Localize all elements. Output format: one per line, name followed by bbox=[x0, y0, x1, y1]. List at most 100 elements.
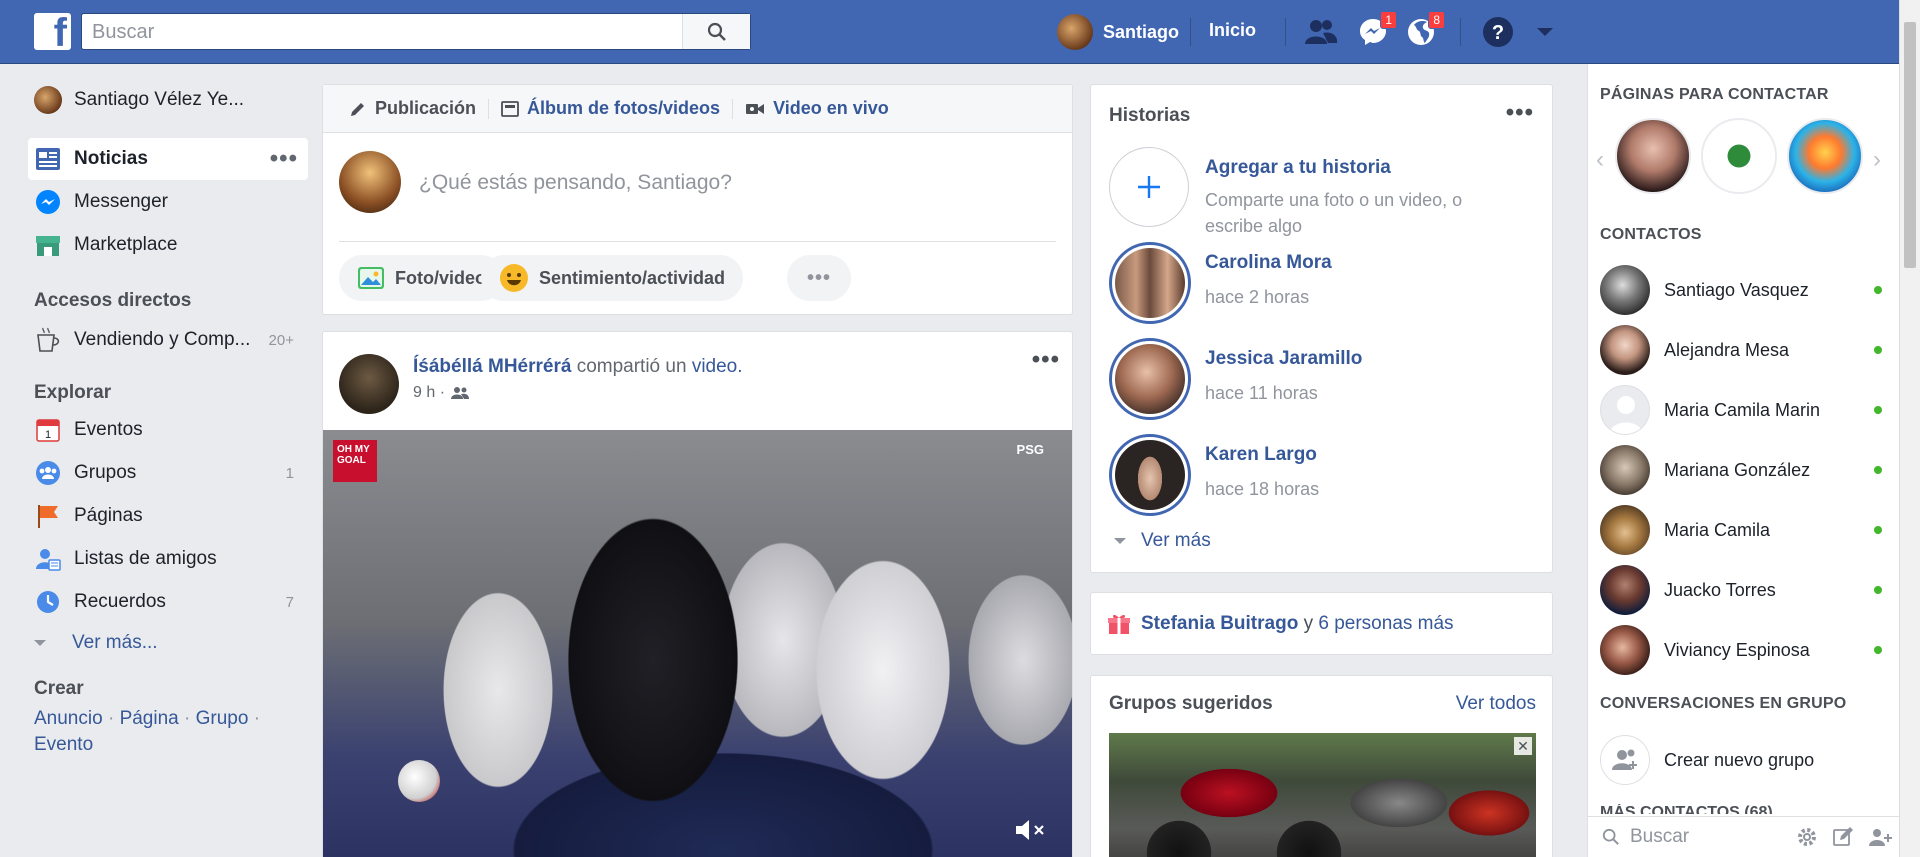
new-group-label: Crear nuevo grupo bbox=[1664, 749, 1815, 770]
home-link[interactable]: Inicio bbox=[1209, 20, 1256, 41]
add-to-story[interactable]: Agregar a tu historia Comparte una foto … bbox=[1109, 147, 1539, 236]
create-group-link[interactable]: Grupo bbox=[196, 708, 249, 729]
notifications-globe-icon[interactable]: 8 bbox=[1403, 11, 1445, 50]
post-time[interactable]: 9 h · bbox=[413, 384, 445, 402]
page-avatar[interactable] bbox=[1615, 118, 1691, 194]
post-options-icon[interactable]: ••• bbox=[1032, 346, 1060, 374]
composer-tabs: Publicación Álbum de fotos/videos Video … bbox=[323, 85, 1072, 133]
chevron-down-icon bbox=[34, 640, 46, 646]
sidebar-item-groups[interactable]: Grupos 1 bbox=[28, 455, 308, 491]
story-item[interactable]: Karen Largo hace 18 horas bbox=[1109, 434, 1539, 518]
chat-search-input[interactable] bbox=[1630, 826, 1780, 848]
chevron-right-icon[interactable]: › bbox=[1873, 146, 1881, 174]
sidebar-item-friend-lists[interactable]: Listas de amigos bbox=[28, 541, 308, 577]
search-input[interactable] bbox=[92, 21, 652, 44]
see-more-label: Ver más... bbox=[72, 632, 158, 653]
create-ad-link[interactable]: Anuncio bbox=[34, 708, 103, 729]
post-header: Íśábéllá MHérrérá compartió un video. bbox=[413, 356, 743, 378]
contact-item[interactable]: Mariana González bbox=[1600, 444, 1888, 496]
see-more-link[interactable]: Ver más... bbox=[28, 632, 158, 654]
pages-heading: PÁGINAS PARA CONTACTAR bbox=[1600, 86, 1829, 103]
contact-name: Alejandra Mesa bbox=[1664, 339, 1790, 360]
sidebar-item-marketplace[interactable]: Marketplace bbox=[28, 227, 308, 263]
stories-see-more[interactable]: Ver más bbox=[1113, 530, 1211, 552]
scrollbar-thumb[interactable] bbox=[1904, 22, 1916, 268]
add-people-icon[interactable] bbox=[1868, 826, 1892, 848]
contact-name: Santiago Vasquez bbox=[1664, 279, 1809, 300]
tab-post[interactable]: Publicación bbox=[337, 98, 488, 119]
page-avatar[interactable] bbox=[1787, 118, 1863, 194]
friend-requests-icon[interactable] bbox=[1303, 14, 1339, 50]
birthday-joiner: y bbox=[1303, 612, 1314, 634]
explore-heading: Explorar bbox=[34, 382, 112, 403]
avatar bbox=[1600, 565, 1650, 615]
facebook-logo-icon[interactable]: f bbox=[34, 13, 71, 50]
more-options-icon[interactable]: ••• bbox=[270, 145, 298, 173]
photo-video-button[interactable]: Foto/video bbox=[339, 255, 504, 301]
birthday-others[interactable]: 6 personas más bbox=[1318, 613, 1453, 634]
sidebar-item-pages[interactable]: Páginas bbox=[28, 498, 308, 534]
search-button[interactable] bbox=[682, 14, 750, 49]
contact-name: Maria Camila bbox=[1664, 519, 1771, 540]
sidebar-item-label: Noticias bbox=[74, 148, 148, 169]
page-scrollbar[interactable] bbox=[1899, 0, 1920, 857]
sidebar-item-memories[interactable]: Recuerdos 7 bbox=[28, 584, 308, 620]
shortcut-item[interactable]: Vendiendo y Comp... 20+ bbox=[28, 322, 308, 358]
unread-count: 20+ bbox=[268, 331, 294, 349]
sidebar-item-label: Páginas bbox=[74, 505, 143, 526]
muted-speaker-icon[interactable] bbox=[1014, 816, 1048, 844]
composer-input[interactable]: ¿Qué estás pensando, Santiago? bbox=[419, 171, 732, 195]
more-actions-button[interactable]: ••• bbox=[787, 255, 852, 301]
account-menu-chevron-icon[interactable] bbox=[1527, 14, 1563, 50]
video-camera-icon bbox=[746, 103, 765, 114]
page-avatar[interactable] bbox=[1701, 118, 1777, 194]
friend-list-icon bbox=[34, 545, 62, 573]
chat-sidebar: PÁGINAS PARA CONTACTAR ‹ › CONTACTOS San… bbox=[1587, 64, 1900, 857]
new-group-button[interactable]: Crear nuevo grupo bbox=[1600, 735, 1814, 785]
contact-item[interactable]: Juacko Torres bbox=[1600, 564, 1888, 616]
search-icon bbox=[1602, 828, 1619, 845]
post-video[interactable]: OH MY GOAL PSG bbox=[323, 430, 1072, 857]
avatar[interactable] bbox=[339, 354, 399, 414]
story-item[interactable]: Carolina Mora hace 2 horas bbox=[1109, 242, 1539, 326]
add-story-title[interactable]: Agregar a tu historia bbox=[1205, 157, 1391, 179]
add-story-button[interactable] bbox=[1109, 147, 1189, 227]
contact-item[interactable]: Maria Camila bbox=[1600, 504, 1888, 556]
contact-item[interactable]: Santiago Vasquez bbox=[1600, 264, 1888, 316]
sidebar-item-events[interactable]: 1 Eventos bbox=[28, 412, 308, 448]
close-icon[interactable]: ✕ bbox=[1514, 737, 1532, 755]
create-page-link[interactable]: Página bbox=[120, 708, 179, 729]
avatar bbox=[1600, 265, 1650, 315]
chevron-left-icon[interactable]: ‹ bbox=[1596, 146, 1604, 174]
compose-icon[interactable] bbox=[1832, 826, 1854, 848]
avatar bbox=[1057, 14, 1093, 50]
story-thumbnail bbox=[1109, 242, 1191, 324]
story-item[interactable]: Jessica Jaramillo hace 11 horas bbox=[1109, 338, 1539, 422]
post-meta: 9 h · bbox=[413, 384, 470, 402]
stories-options-icon[interactable]: ••• bbox=[1506, 99, 1534, 127]
help-icon[interactable]: ? bbox=[1480, 14, 1516, 50]
contact-item[interactable]: Viviancy Espinosa bbox=[1600, 624, 1888, 676]
messenger-icon[interactable]: 1 bbox=[1355, 11, 1397, 50]
unread-count: 7 bbox=[285, 593, 294, 611]
group-cover-image[interactable]: ✕ bbox=[1109, 733, 1536, 857]
profile-link[interactable]: Santiago bbox=[1057, 14, 1179, 50]
contact-name: Juacko Torres bbox=[1664, 579, 1776, 600]
search-icon bbox=[707, 22, 726, 41]
sidebar-item-label: Grupos bbox=[74, 462, 137, 483]
feeling-activity-button[interactable]: Sentimiento/actividad bbox=[481, 255, 744, 301]
gear-icon[interactable] bbox=[1796, 826, 1818, 848]
left-profile-link[interactable]: Santiago Vélez Ye... bbox=[28, 82, 308, 118]
sidebar-item-messenger[interactable]: Messenger bbox=[28, 184, 308, 220]
tab-live-video[interactable]: Video en vivo bbox=[733, 98, 901, 119]
create-event-link[interactable]: Evento bbox=[34, 734, 93, 755]
story-author: Jessica Jaramillo bbox=[1205, 348, 1363, 369]
contact-item[interactable]: Maria Camila Marin bbox=[1600, 384, 1888, 436]
see-all-link[interactable]: Ver todos bbox=[1456, 693, 1536, 715]
post-object-link[interactable]: video. bbox=[692, 356, 743, 377]
birthday-person[interactable]: Stefania Buitrago bbox=[1141, 613, 1298, 634]
post-author[interactable]: Íśábéllá MHérrérá bbox=[413, 356, 571, 377]
tab-photo-album[interactable]: Álbum de fotos/videos bbox=[489, 98, 732, 119]
contact-item[interactable]: Alejandra Mesa bbox=[1600, 324, 1888, 376]
sidebar-item-news-feed[interactable]: Noticias ••• bbox=[28, 138, 308, 180]
